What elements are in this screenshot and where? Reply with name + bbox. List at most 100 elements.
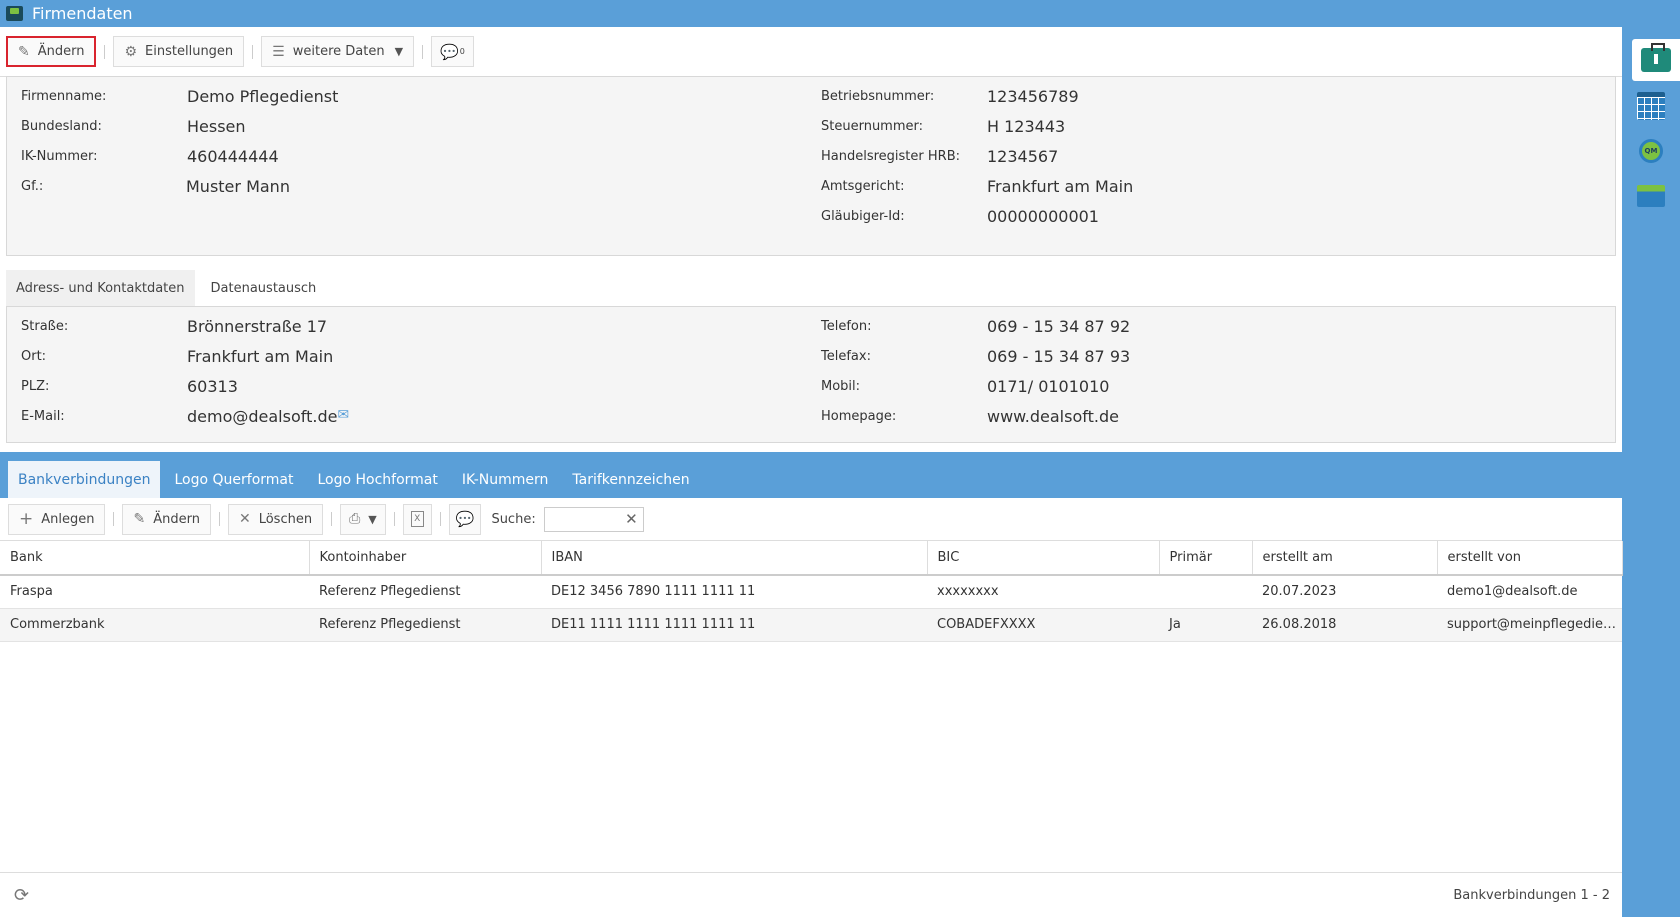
- bank-edit-button[interactable]: ✎ Ändern: [122, 503, 211, 535]
- cell-iban: DE12 3456 7890 1111 1111 11: [541, 575, 927, 609]
- cell-erstellt-am: 26.08.2018: [1252, 608, 1437, 642]
- email-row: demo@dealsoft.de✉: [187, 407, 349, 426]
- search-input[interactable]: ✕: [543, 506, 644, 532]
- value-strasse: Brönnerstraße 17: [187, 317, 328, 336]
- delete-button[interactable]: ✕ Löschen: [227, 503, 324, 535]
- value-plz: 60313: [187, 377, 238, 396]
- label-ort: Ort:: [21, 349, 47, 364]
- close-icon: ✕: [238, 511, 251, 527]
- cell-bic: COBADEFXXXX: [927, 608, 1159, 642]
- more-data-button[interactable]: ☰ weitere Daten ▼: [261, 36, 415, 67]
- tab-logo-querformat[interactable]: Logo Querformat: [164, 461, 303, 498]
- separator: [331, 512, 333, 526]
- comments-button[interactable]: 💬 0: [431, 36, 474, 67]
- value-ik-nummer: 460444444: [187, 147, 279, 166]
- envelope-icon[interactable]: ✉: [337, 407, 349, 423]
- main-toolbar: ✎ Ändern ⚙ Einstellungen ☰ weitere Daten…: [0, 27, 1622, 77]
- window-icon: [1637, 185, 1665, 207]
- column-header-iban[interactable]: IBAN: [541, 541, 928, 576]
- value-gf: Muster Mann: [186, 177, 290, 196]
- label-glaeubiger-id: Gläubiger-Id:: [821, 209, 905, 224]
- gear-icon: ⚙: [124, 43, 138, 60]
- contact-tabs: Adress- und Kontaktdaten Datenaustausch: [6, 270, 332, 306]
- table-row[interactable]: Commerzbank Referenz Pflegedienst DE11 1…: [0, 608, 1622, 642]
- column-header-bank[interactable]: Bank: [0, 541, 310, 576]
- add-button-label: Anlegen: [41, 511, 95, 527]
- calendar-icon: [1637, 92, 1665, 120]
- tab-tarifkennzeichen[interactable]: Tarifkennzeichen: [562, 461, 699, 498]
- value-handelsregister: 1234567: [987, 147, 1059, 166]
- speech-bubbles-icon: 💬: [440, 42, 459, 61]
- company-data-button[interactable]: [1632, 39, 1680, 81]
- bank-comments-button[interactable]: 💬: [448, 503, 482, 535]
- right-sidebar: QM: [1622, 27, 1680, 917]
- cell-bank: Commerzbank: [0, 608, 309, 642]
- value-ort: Frankfurt am Main: [187, 347, 334, 366]
- value-email[interactable]: demo@dealsoft.de: [187, 407, 337, 426]
- label-betriebsnummer: Betriebsnummer:: [821, 89, 935, 104]
- label-plz: PLZ:: [21, 379, 50, 394]
- print-button[interactable]: ⎙ ▼: [340, 503, 386, 535]
- bank-edit-button-label: Ändern: [153, 511, 200, 527]
- cell-iban: DE11 1111 1111 1111 1111 11: [541, 608, 927, 642]
- separator: [252, 44, 254, 59]
- window-title: Firmendaten: [32, 4, 133, 23]
- cell-bic: xxxxxxxx: [927, 575, 1159, 609]
- status-bar: ⟳ Bankverbindungen 1 - 2: [0, 872, 1622, 917]
- window-button[interactable]: [1628, 175, 1674, 217]
- column-header-bic[interactable]: BIC: [927, 541, 1160, 576]
- label-gf: Gf.:: [21, 179, 44, 194]
- search-label: Suche:: [491, 511, 536, 527]
- calendar-button[interactable]: [1628, 85, 1674, 127]
- tab-datenaustausch[interactable]: Datenaustausch: [201, 270, 327, 306]
- record-count: Bankverbindungen 1 - 2: [1453, 887, 1610, 903]
- column-header-erstellt-am[interactable]: erstellt am: [1252, 541, 1438, 576]
- cell-erstellt-am: 20.07.2023: [1252, 575, 1437, 609]
- separator: [422, 44, 424, 59]
- bank-table: Bank Kontoinhaber IBAN BIC Primär erstel…: [0, 541, 1623, 642]
- chevron-down-icon: ▼: [394, 45, 404, 58]
- tab-ik-nummern[interactable]: IK-Nummern: [452, 461, 559, 498]
- label-telefax: Telefax:: [821, 349, 871, 364]
- delete-button-label: Löschen: [258, 511, 313, 527]
- refresh-icon[interactable]: ⟳: [14, 885, 29, 906]
- edit-button-label: Ändern: [37, 44, 85, 59]
- database-icon: ☰: [272, 43, 285, 60]
- separator: [218, 512, 220, 526]
- app-icon: [6, 6, 23, 21]
- cell-primaer: [1159, 575, 1252, 609]
- value-telefon: 069 - 15 34 87 92: [987, 317, 1131, 336]
- label-homepage: Homepage:: [821, 409, 897, 424]
- value-betriebsnummer: 123456789: [987, 87, 1079, 106]
- table-row[interactable]: Fraspa Referenz Pflegedienst DE12 3456 7…: [0, 575, 1622, 609]
- value-firmenname: Demo Pflegedienst: [187, 87, 339, 106]
- cell-bank: Fraspa: [0, 575, 309, 609]
- cell-kontoinhaber: Referenz Pflegedienst: [309, 575, 541, 609]
- excel-export-button[interactable]: X: [402, 503, 432, 535]
- qm-button[interactable]: QM: [1628, 130, 1674, 172]
- separator: [104, 44, 106, 59]
- label-steuernummer: Steuernummer:: [821, 119, 924, 134]
- separator: [439, 512, 441, 526]
- column-header-erstellt-von[interactable]: erstellt von: [1437, 541, 1623, 576]
- tab-bankverbindungen[interactable]: Bankverbindungen: [8, 461, 161, 498]
- cell-erstellt-von: support@meinpflegedienst.de: [1437, 608, 1622, 642]
- edit-button[interactable]: ✎ Ändern: [6, 36, 97, 67]
- bottom-tab-bar: Bankverbindungen Logo Querformat Logo Ho…: [0, 452, 1622, 498]
- value-bundesland: Hessen: [187, 117, 246, 136]
- settings-button[interactable]: ⚙ Einstellungen: [113, 36, 245, 67]
- value-mobil: 0171/ 0101010: [987, 377, 1110, 396]
- label-ik-nummer: IK-Nummer:: [21, 149, 98, 164]
- briefcase-icon: [1641, 43, 1671, 72]
- clear-search-icon[interactable]: ✕: [625, 510, 638, 528]
- column-header-primaer[interactable]: Primär: [1159, 541, 1253, 576]
- printer-icon: ⎙: [349, 511, 361, 527]
- column-header-kontoinhaber[interactable]: Kontoinhaber: [309, 541, 542, 576]
- separator: [113, 512, 115, 526]
- more-data-button-label: weitere Daten: [292, 44, 385, 59]
- tab-logo-hochformat[interactable]: Logo Hochformat: [307, 461, 447, 498]
- label-bundesland: Bundesland:: [21, 119, 102, 134]
- add-button[interactable]: + Anlegen: [8, 503, 106, 535]
- tab-adress-kontaktdaten[interactable]: Adress- und Kontaktdaten: [6, 270, 195, 306]
- value-homepage: www.dealsoft.de: [987, 407, 1119, 426]
